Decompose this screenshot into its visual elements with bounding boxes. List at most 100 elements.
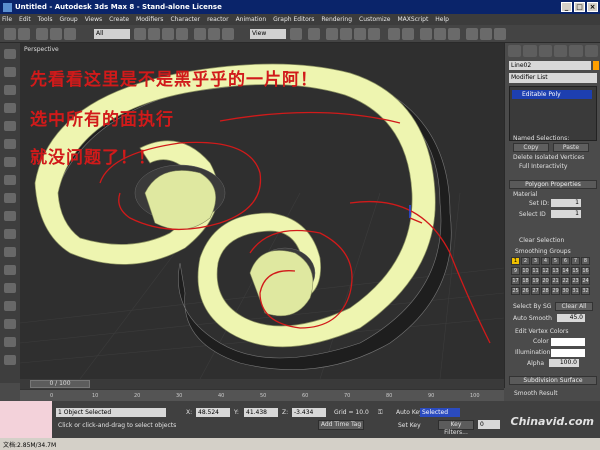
- polygon-properties-rollout[interactable]: Polygon Properties: [509, 180, 597, 189]
- unlink-icon[interactable]: [50, 28, 62, 40]
- close-button[interactable]: ×: [587, 2, 598, 12]
- smoothing-group-button[interactable]: 8: [581, 257, 590, 265]
- select-manipulate-icon[interactable]: [308, 28, 320, 40]
- add-time-tag-button[interactable]: Add Time Tag: [318, 420, 364, 430]
- set-key-label[interactable]: Set Key: [398, 422, 421, 429]
- layer-manager-icon[interactable]: [420, 28, 432, 40]
- tool-icon-12[interactable]: [4, 247, 16, 257]
- select-id-field[interactable]: 1: [551, 210, 581, 218]
- tool-icon-14[interactable]: [4, 283, 16, 293]
- window-crossing-icon[interactable]: [176, 28, 188, 40]
- track-bar[interactable]: 0 10 20 30 40 50 60 70 80 90 100: [20, 389, 504, 401]
- paste-button[interactable]: Paste: [553, 143, 589, 152]
- select-by-sg-label[interactable]: Select By SG: [513, 303, 551, 310]
- smoothing-group-button[interactable]: 29: [551, 287, 560, 295]
- smoothing-group-button[interactable]: 1: [511, 257, 520, 265]
- pivot-icon[interactable]: [290, 28, 302, 40]
- redo-icon[interactable]: [18, 28, 30, 40]
- z-coordinate-field[interactable]: -3.434: [292, 408, 326, 417]
- menu-animation[interactable]: Animation: [236, 16, 267, 23]
- tool-icon-5[interactable]: [4, 121, 16, 131]
- smoothing-group-button[interactable]: 11: [531, 267, 540, 275]
- schematic-view-icon[interactable]: [448, 28, 460, 40]
- auto-key-mode-dropdown[interactable]: Selected: [420, 408, 460, 417]
- menu-views[interactable]: Views: [85, 16, 102, 23]
- object-name-field[interactable]: Line02: [509, 61, 591, 70]
- time-slider[interactable]: 0 / 100: [20, 379, 504, 389]
- tool-icon-2[interactable]: [4, 67, 16, 77]
- display-tab-icon[interactable]: [569, 45, 583, 57]
- delete-isolated-checkbox[interactable]: Delete Isolated Vertices: [513, 154, 584, 161]
- smoothing-group-button[interactable]: 17: [511, 277, 520, 285]
- select-object-icon[interactable]: [134, 28, 146, 40]
- undo-icon[interactable]: [4, 28, 16, 40]
- menu-character[interactable]: Character: [170, 16, 200, 23]
- bind-space-warp-icon[interactable]: [64, 28, 76, 40]
- current-frame-field[interactable]: 0: [478, 420, 500, 429]
- menu-modifiers[interactable]: Modifiers: [136, 16, 163, 23]
- smoothing-group-button[interactable]: 13: [551, 267, 560, 275]
- smoothing-group-button[interactable]: 24: [581, 277, 590, 285]
- tool-icon-16[interactable]: [4, 319, 16, 329]
- maximize-button[interactable]: □: [574, 2, 585, 12]
- selection-filter-dropdown[interactable]: All: [94, 29, 130, 39]
- clear-all-button[interactable]: Clear All: [555, 302, 593, 311]
- smoothing-group-button[interactable]: 31: [571, 287, 580, 295]
- smoothing-group-button[interactable]: 23: [571, 277, 580, 285]
- menu-edit[interactable]: Edit: [19, 16, 31, 23]
- tool-icon-13[interactable]: [4, 265, 16, 275]
- viewport-label[interactable]: Perspective: [24, 46, 59, 53]
- vertex-color-swatch[interactable]: [551, 338, 585, 346]
- smoothing-group-button[interactable]: 9: [511, 267, 520, 275]
- smoothing-group-button[interactable]: 6: [561, 257, 570, 265]
- smoothing-group-button[interactable]: 5: [551, 257, 560, 265]
- clear-selection-checkbox[interactable]: Clear Selection: [519, 237, 564, 244]
- motion-tab-icon[interactable]: [553, 45, 568, 57]
- smoothing-group-button[interactable]: 12: [541, 267, 550, 275]
- alpha-field[interactable]: 100.0: [549, 359, 579, 367]
- smoothing-group-button[interactable]: 21: [551, 277, 560, 285]
- quick-render-icon[interactable]: [494, 28, 506, 40]
- y-coordinate-field[interactable]: 41.438: [244, 408, 278, 417]
- rectangular-selection-icon[interactable]: [162, 28, 174, 40]
- menu-graph-editors[interactable]: Graph Editors: [273, 16, 314, 23]
- smooth-result-checkbox[interactable]: Smooth Result: [514, 390, 558, 397]
- menu-tools[interactable]: Tools: [38, 16, 53, 23]
- smoothing-group-button[interactable]: 22: [561, 277, 570, 285]
- percent-snap-icon[interactable]: [354, 28, 366, 40]
- tool-icon-10[interactable]: [4, 211, 16, 221]
- material-editor-icon[interactable]: [466, 28, 478, 40]
- spinner-snap-icon[interactable]: [368, 28, 380, 40]
- tool-icon-1[interactable]: [4, 49, 16, 59]
- stack-item-editable-poly[interactable]: Editable Poly: [512, 90, 592, 99]
- copy-button[interactable]: Copy: [513, 143, 549, 152]
- menu-help[interactable]: Help: [435, 16, 449, 23]
- tool-icon-7[interactable]: [4, 157, 16, 167]
- object-color-swatch[interactable]: [593, 61, 599, 70]
- key-filters-button[interactable]: Key Filters...: [438, 420, 474, 436]
- scale-icon[interactable]: [222, 28, 234, 40]
- perspective-viewport[interactable]: Perspective 先看看这里是不是黑乎乎的一片阿！ 选中所有的面执行 就没…: [20, 43, 504, 379]
- menu-group[interactable]: Group: [59, 16, 77, 23]
- menu-maxscript[interactable]: MAXScript: [398, 16, 429, 23]
- smoothing-group-button[interactable]: 14: [561, 267, 570, 275]
- smoothing-group-button[interactable]: 19: [531, 277, 540, 285]
- smoothing-group-button[interactable]: 16: [581, 267, 590, 275]
- select-by-name-icon[interactable]: [148, 28, 160, 40]
- subdivision-surface-rollout[interactable]: Subdivision Surface: [509, 376, 597, 385]
- menu-file[interactable]: File: [2, 16, 12, 23]
- tool-icon-11[interactable]: [4, 229, 16, 239]
- tool-icon-15[interactable]: [4, 301, 16, 311]
- smoothing-group-button[interactable]: 18: [521, 277, 530, 285]
- smoothing-group-button[interactable]: 26: [521, 287, 530, 295]
- lock-icon[interactable]: ⚿: [378, 409, 383, 417]
- hierarchy-tab-icon[interactable]: [538, 45, 552, 57]
- set-id-field[interactable]: 1: [551, 199, 581, 207]
- angle-snap-icon[interactable]: [340, 28, 352, 40]
- x-coordinate-field[interactable]: 48.524: [196, 408, 230, 417]
- full-interactivity-checkbox[interactable]: Full Interactivity: [519, 163, 567, 170]
- smoothing-group-button[interactable]: 27: [531, 287, 540, 295]
- minimize-button[interactable]: _: [561, 2, 572, 12]
- link-icon[interactable]: [36, 28, 48, 40]
- smoothing-group-button[interactable]: 4: [541, 257, 550, 265]
